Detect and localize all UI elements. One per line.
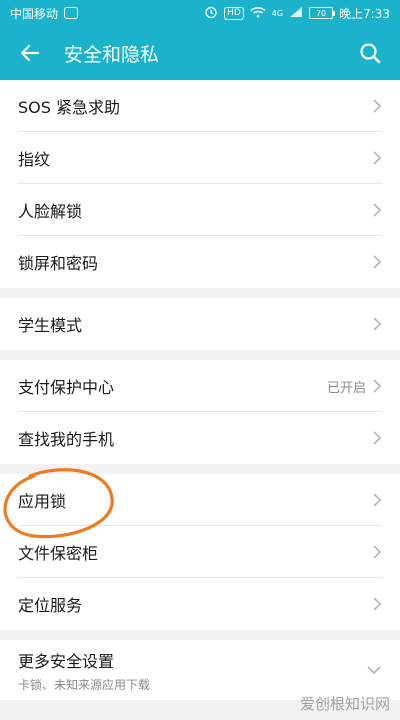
settings-item-label: 锁屏和密码: [18, 254, 99, 273]
group-gap: [0, 464, 400, 474]
settings-item-file-safe[interactable]: 文件保密柜: [0, 526, 400, 578]
top-bar: 中国移动 HD 4G 70 晚上7:33 安全和隐私: [0, 0, 400, 80]
chevron-right-icon: [372, 254, 382, 270]
settings-group-apps: 应用锁 文件保密柜 定位服务: [0, 474, 400, 630]
wifi-icon: [250, 6, 266, 21]
arrow-left-icon: [20, 44, 40, 62]
chevron-right-icon: [372, 596, 382, 612]
settings-item-label: 文件保密柜: [18, 544, 99, 563]
settings-group-payment: 支付保护中心 已开启 查找我的手机: [0, 360, 400, 464]
chevron-right-icon: [372, 544, 382, 560]
hd-badge: HD: [224, 6, 244, 20]
settings-item-label: 应用锁: [18, 492, 67, 511]
back-button[interactable]: [14, 37, 46, 69]
settings-group-more: 更多安全设置 卡锁、未知来源应用下载: [0, 640, 400, 700]
settings-item-lockscreen-password[interactable]: 锁屏和密码: [0, 236, 400, 288]
chevron-right-icon: [372, 98, 382, 114]
status-value: 已开启: [326, 380, 366, 396]
settings-item-find-my-phone[interactable]: 查找我的手机: [0, 412, 400, 464]
settings-item-payment-protection[interactable]: 支付保护中心 已开启: [0, 360, 400, 412]
settings-item-label: 支付保护中心: [18, 378, 115, 397]
app-bar: 安全和隐私: [0, 26, 400, 80]
network-type: 4G: [271, 8, 284, 18]
settings-group-student: 学生模式: [0, 298, 400, 350]
settings-group-security: SOS 紧急求助 指纹 人脸解锁 锁屏和密码: [0, 80, 400, 288]
signal-icon: [289, 6, 303, 21]
settings-item-fingerprint[interactable]: 指纹: [0, 132, 400, 184]
settings-item-student-mode[interactable]: 学生模式: [0, 298, 400, 350]
alarm-icon: [204, 5, 218, 22]
settings-item-app-lock[interactable]: 应用锁: [0, 474, 400, 526]
page-title: 安全和隐私: [64, 43, 160, 66]
settings-item-subtitle: 卡锁、未知来源应用下载: [18, 677, 151, 692]
status-bar: 中国移动 HD 4G 70 晚上7:33: [0, 0, 400, 26]
group-gap: [0, 630, 400, 640]
chevron-right-icon: [372, 202, 382, 218]
chevron-right-icon: [372, 378, 382, 394]
carrier-text: 中国移动: [10, 6, 59, 21]
settings-item-label: 指纹: [18, 150, 51, 169]
group-gap: [0, 288, 400, 298]
chevron-right-icon: [372, 150, 382, 166]
notification-icon: [64, 7, 79, 19]
settings-item-label: 更多安全设置: [18, 651, 115, 671]
settings-item-label: 学生模式: [18, 316, 83, 335]
time-text: 晚上7:33: [339, 6, 390, 21]
search-icon: [360, 43, 381, 64]
settings-item-label: 查找我的手机: [18, 430, 115, 449]
chevron-right-icon: [372, 316, 382, 332]
settings-item-label: 定位服务: [18, 596, 83, 615]
battery-icon: 70: [309, 7, 336, 19]
chevron-right-icon: [372, 430, 382, 446]
settings-item-face-unlock[interactable]: 人脸解锁: [0, 184, 400, 236]
settings-item-sos[interactable]: SOS 紧急求助: [0, 80, 400, 132]
watermark-text: 爱创根知识网: [299, 695, 390, 713]
chevron-right-icon: [372, 492, 382, 508]
settings-item-label: SOS 紧急求助: [18, 98, 120, 117]
group-gap: [0, 350, 400, 360]
chevron-down-icon: [366, 665, 382, 675]
settings-item-location[interactable]: 定位服务: [0, 578, 400, 630]
settings-item-more-security[interactable]: 更多安全设置 卡锁、未知来源应用下载: [0, 640, 400, 700]
battery-level: 70: [315, 8, 327, 18]
search-button[interactable]: [354, 37, 386, 69]
settings-item-label: 人脸解锁: [18, 202, 83, 221]
